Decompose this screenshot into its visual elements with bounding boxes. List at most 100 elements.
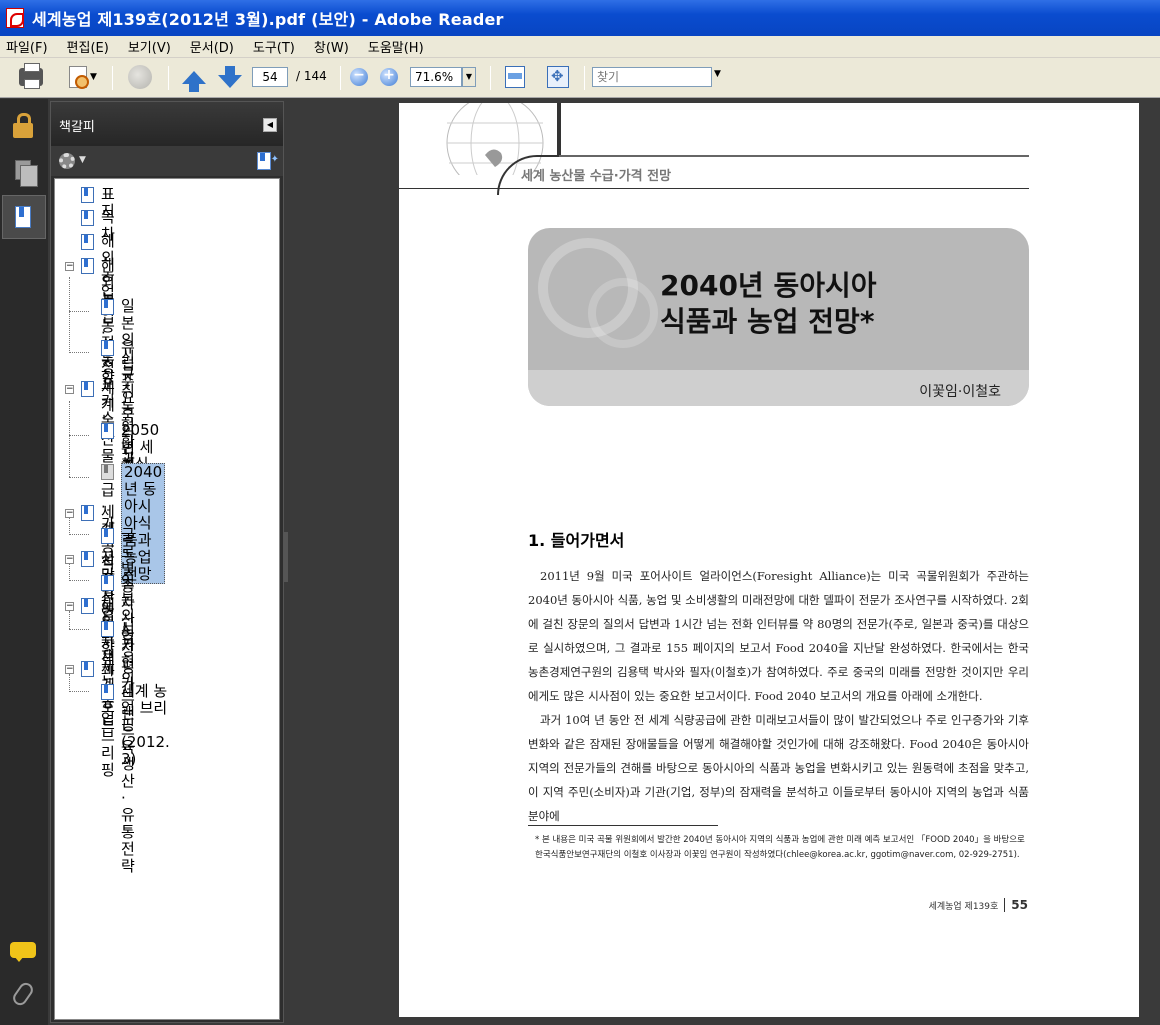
paragraph: 과거 10여 년 동안 전 세계 식량공급에 관한 미래보고서들이 많이 발간되… bbox=[528, 713, 1029, 823]
menu-edit[interactable]: 편집(E) bbox=[67, 37, 109, 56]
bookmarks-button[interactable] bbox=[8, 202, 38, 232]
article-authors: 이꽃임·이철호 bbox=[919, 384, 1001, 400]
bookmarks-panel-title: 책갈피 bbox=[59, 120, 95, 135]
tree-connector bbox=[69, 563, 70, 581]
collapse-toggle[interactable]: − bbox=[65, 385, 74, 394]
previous-page-button[interactable] bbox=[180, 64, 208, 92]
printer-icon bbox=[19, 63, 43, 89]
panel-splitter-handle[interactable] bbox=[284, 532, 288, 582]
header-rule bbox=[557, 103, 561, 155]
collapse-toggle[interactable]: − bbox=[65, 555, 74, 564]
ornament-decoration bbox=[588, 278, 658, 348]
new-bookmark-icon[interactable] bbox=[257, 152, 271, 170]
article-title: 2040년 동아시아 식품과 농업 전망* bbox=[660, 269, 877, 338]
paperclip-icon bbox=[10, 980, 36, 1008]
window-titlebar: 세계농업 제139호(2012년 3월).pdf (보안) - Adobe Re… bbox=[0, 0, 1160, 36]
page-number: 55 bbox=[1004, 898, 1028, 912]
pages-button[interactable] bbox=[8, 155, 38, 187]
fit-page-button[interactable] bbox=[544, 64, 572, 90]
section-heading: 1. 들어가면서 bbox=[528, 531, 625, 550]
adobe-reader-icon bbox=[6, 8, 24, 28]
header-rule bbox=[559, 155, 1029, 157]
menu-window[interactable]: 창(W) bbox=[314, 37, 349, 56]
menu-bar: 파일(F) 편집(E) 보기(V) 문서(D) 도구(T) 창(W) 도움말(H… bbox=[0, 36, 1160, 58]
menu-view[interactable]: 보기(V) bbox=[128, 37, 171, 56]
comments-button[interactable] bbox=[8, 935, 38, 965]
collapse-toggle[interactable]: − bbox=[65, 602, 74, 611]
collaborate-button[interactable] bbox=[124, 64, 156, 90]
page-number-input[interactable]: 54 bbox=[252, 67, 288, 87]
zoom-level-input[interactable]: 71.6% bbox=[410, 67, 462, 87]
footnote-rule bbox=[528, 825, 718, 826]
tree-connector bbox=[69, 611, 70, 629]
bookmarks-panel: 책갈피 ◀ ▼ ✦ 표지 목차 해외 농업·농정 동 bbox=[50, 101, 284, 1023]
fit-width-button[interactable] bbox=[502, 64, 528, 90]
section-label: 세계 농산물 수급·가격 전망 bbox=[521, 169, 672, 184]
bookmark-icon bbox=[81, 187, 94, 203]
toolbar: ▼ 54 / 144 − + 71.6% ▼ 찾기 ▼ bbox=[0, 58, 1160, 98]
tree-connector bbox=[69, 674, 70, 692]
footnote: * 본 내용은 미국 곡물 위원회에서 발간한 2040년 동아시아 지역의 식… bbox=[535, 835, 1025, 860]
new-bookmark-star-icon: ✦ bbox=[270, 154, 279, 165]
document-page: 세계 농산물 수급·가격 전망 2040년 동아시아 식품과 농업 전망* 이꽃… bbox=[399, 103, 1139, 1017]
plus-glyph: + bbox=[383, 67, 395, 83]
tree-connector bbox=[69, 352, 89, 353]
menu-document[interactable]: 문서(D) bbox=[190, 37, 234, 56]
bookmark-icon bbox=[81, 551, 94, 567]
tree-connector bbox=[69, 629, 89, 630]
window-title: 세계농업 제139호(2012년 3월).pdf (보안) - Adobe Re… bbox=[32, 10, 504, 29]
tree-connector bbox=[69, 401, 70, 477]
toolbar-divider bbox=[340, 66, 341, 90]
bookmark-icon bbox=[81, 598, 94, 614]
tree-connector bbox=[69, 477, 89, 478]
bookmark-icon bbox=[81, 258, 94, 274]
fit-page-icon bbox=[547, 66, 569, 88]
navigation-strip bbox=[0, 99, 48, 1025]
tree-connector bbox=[69, 311, 89, 312]
bookmark-icon bbox=[101, 464, 114, 480]
chevron-down-icon[interactable]: ▼ bbox=[79, 155, 86, 165]
footer-text: 세계농업 제139호 bbox=[928, 902, 999, 912]
find-dropdown-icon[interactable]: ▼ bbox=[714, 69, 721, 79]
security-button[interactable] bbox=[8, 111, 38, 141]
search-document-button[interactable]: ▼ bbox=[62, 64, 104, 90]
bookmark-label: 세계 농업 브리핑 (2012. 3) bbox=[121, 682, 170, 768]
bookmarks-toolbar: ▼ ✦ bbox=[51, 146, 283, 176]
find-input[interactable]: 찾기 bbox=[592, 67, 712, 87]
collapse-toggle[interactable]: − bbox=[65, 665, 74, 674]
globe-icon bbox=[128, 65, 152, 89]
bookmark-label: 세계농업브리핑 bbox=[101, 659, 115, 779]
collapse-panel-button[interactable]: ◀ bbox=[263, 118, 277, 132]
bookmark-icon bbox=[101, 528, 114, 544]
zoom-dropdown-button[interactable]: ▼ bbox=[462, 67, 476, 87]
menu-tools[interactable]: 도구(T) bbox=[253, 37, 295, 56]
bookmark-icon bbox=[81, 505, 94, 521]
print-button[interactable] bbox=[16, 63, 46, 90]
tree-connector bbox=[69, 517, 70, 535]
zoom-in-icon: + bbox=[380, 67, 398, 86]
arrow-up-icon bbox=[182, 70, 206, 92]
menu-file[interactable]: 파일(F) bbox=[6, 37, 48, 56]
pages-icon bbox=[15, 160, 38, 187]
header-rule bbox=[399, 188, 1029, 189]
gear-icon[interactable] bbox=[59, 153, 75, 169]
bookmark-icon bbox=[101, 340, 114, 356]
zoom-out-button[interactable]: − bbox=[348, 64, 370, 90]
attachments-button[interactable] bbox=[8, 979, 38, 1009]
collapse-toggle[interactable]: − bbox=[65, 262, 74, 271]
arrow-down-icon bbox=[218, 65, 242, 88]
page-footer: 세계농업 제139호 55 bbox=[929, 898, 1028, 912]
toolbar-divider bbox=[112, 66, 113, 90]
zoom-in-button[interactable]: + bbox=[378, 64, 400, 90]
bookmark-icon bbox=[101, 299, 114, 315]
menu-help[interactable]: 도움말(H) bbox=[368, 37, 424, 56]
bookmark-icon bbox=[81, 234, 94, 250]
chevron-down-icon: ▼ bbox=[90, 72, 97, 82]
bookmark-icon bbox=[101, 575, 114, 591]
tree-connector bbox=[69, 277, 70, 353]
next-page-button[interactable] bbox=[216, 64, 244, 90]
lock-icon bbox=[13, 112, 33, 138]
bookmark-icon bbox=[101, 684, 114, 700]
collapse-toggle[interactable]: − bbox=[65, 509, 74, 518]
document-search-icon bbox=[69, 66, 90, 89]
